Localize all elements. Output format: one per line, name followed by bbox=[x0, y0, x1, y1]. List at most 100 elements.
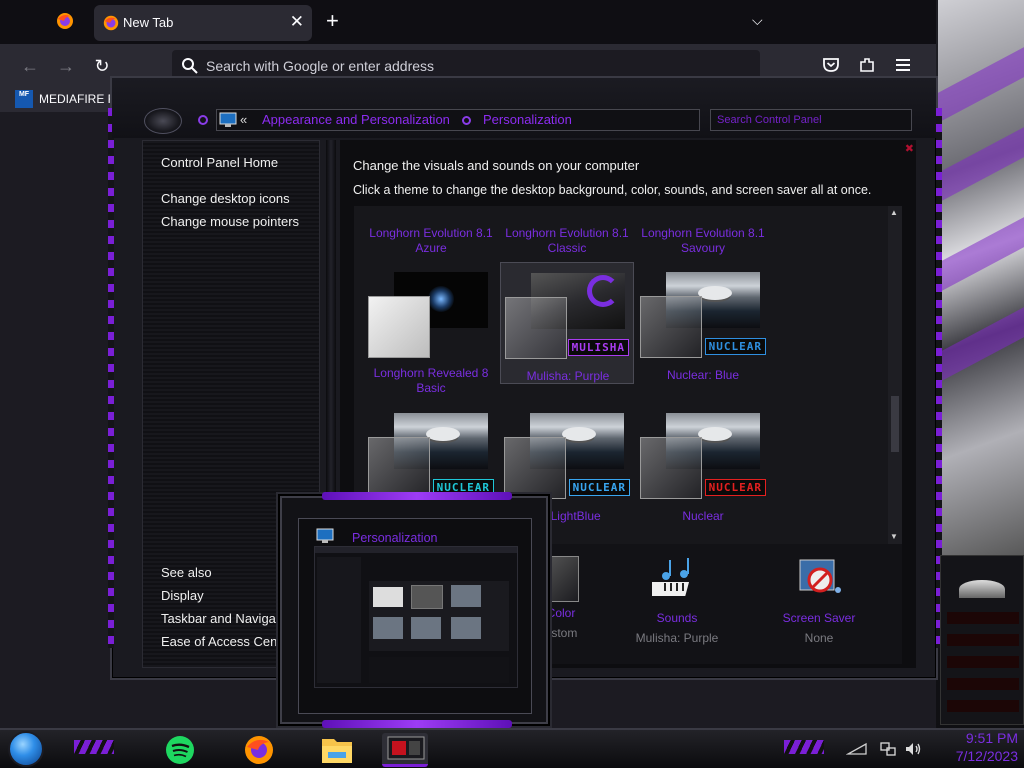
theme-color-swatch bbox=[504, 437, 566, 499]
control-panel-search[interactable] bbox=[710, 109, 912, 131]
page-description: Click a theme to change the desktop back… bbox=[353, 183, 872, 197]
gadget-readout bbox=[947, 700, 1019, 712]
sounds-value: Mulisha: Purple bbox=[635, 631, 719, 645]
display-link[interactable]: Display bbox=[161, 588, 204, 603]
gadget-readout bbox=[947, 678, 1019, 690]
theme-color-swatch bbox=[368, 437, 430, 499]
screen-saver-setting[interactable]: Screen Saver None bbox=[764, 556, 874, 645]
theme-color-swatch bbox=[640, 437, 702, 499]
change-mouse-pointers-link[interactable]: Change mouse pointers bbox=[161, 214, 299, 229]
breadcrumb-appearance[interactable]: Appearance and Personalization bbox=[262, 112, 450, 127]
theme-badge: MULISHA bbox=[567, 339, 629, 356]
taskbar-navigation-link[interactable]: Taskbar and Navigation bbox=[161, 611, 297, 626]
theme-name: Mulisha: Purple bbox=[526, 369, 610, 383]
theme-scrollbar[interactable]: ▲ ▼ bbox=[888, 206, 902, 544]
tab-new-tab[interactable]: New Tab ✕ bbox=[94, 5, 312, 41]
volume-icon[interactable] bbox=[904, 741, 922, 757]
start-button[interactable] bbox=[8, 731, 44, 767]
theme-badge: NUCLEAR bbox=[704, 479, 766, 496]
theme-color-swatch bbox=[505, 297, 567, 359]
taskbar-accent bbox=[784, 740, 824, 754]
taskbar-firefox[interactable] bbox=[236, 733, 282, 767]
theme-tile[interactable]: Longhorn Revealed 8 Basic bbox=[364, 262, 498, 398]
taskbar: 9:51 PM 7/12/2023 bbox=[0, 728, 1024, 768]
firefox-icon bbox=[103, 15, 119, 31]
theme-name: Longhorn Evolution 8.1 Savoury bbox=[641, 226, 765, 255]
screen-saver-icon bbox=[799, 559, 841, 593]
theme-name: Nuclear bbox=[682, 509, 724, 523]
breadcrumb-overflow[interactable]: « bbox=[240, 112, 247, 127]
control-panel-window-icon bbox=[387, 736, 425, 760]
reload-button[interactable]: ↻ bbox=[90, 54, 114, 78]
window-frame-accent bbox=[108, 108, 114, 648]
change-desktop-icons-link[interactable]: Change desktop icons bbox=[161, 191, 290, 206]
spotify-icon bbox=[166, 736, 194, 764]
color-swatch-icon bbox=[543, 556, 579, 602]
bookmark-mediafire[interactable]: MF MEDIAFIRE R bbox=[15, 90, 116, 108]
theme-color-swatch bbox=[368, 296, 430, 358]
theme-name: Longhorn Revealed 8 Basic bbox=[373, 366, 489, 395]
control-panel-icon bbox=[316, 528, 334, 543]
tab-title: New Tab bbox=[123, 15, 174, 30]
pane-close-icon[interactable]: ✖ bbox=[905, 142, 914, 155]
see-also-heading: See also bbox=[161, 565, 212, 580]
theme-tile[interactable]: NUCLEAR Nuclear: Blue bbox=[636, 262, 770, 384]
recent-pages-icon[interactable] bbox=[198, 115, 208, 125]
bookmark-label: MEDIAFIRE R bbox=[39, 92, 117, 106]
extensions-icon[interactable] bbox=[858, 56, 876, 74]
search-icon bbox=[182, 58, 198, 74]
folder-icon bbox=[322, 739, 352, 763]
gadget-readout bbox=[947, 656, 1019, 668]
back-forward-orb[interactable] bbox=[144, 108, 182, 134]
taskbar-spotify[interactable] bbox=[158, 733, 204, 767]
clock-date[interactable]: 7/12/2023 bbox=[938, 748, 1018, 764]
network-icon[interactable] bbox=[880, 741, 896, 757]
theme-badge: NUCLEAR bbox=[704, 338, 766, 355]
wallpaper-art bbox=[938, 0, 1024, 560]
firefox-pinned-tab-icon[interactable] bbox=[55, 11, 75, 31]
theme-name: Nuclear: Blue bbox=[666, 368, 740, 382]
sounds-label: Sounds bbox=[656, 611, 698, 625]
firefox-icon bbox=[245, 736, 273, 764]
back-button[interactable]: ← bbox=[18, 54, 42, 78]
breadcrumb[interactable]: « Appearance and Personalization Persona… bbox=[216, 109, 791, 131]
page-title: Change the visuals and sounds on your co… bbox=[353, 158, 640, 173]
explorer-address-area: « Appearance and Personalization Persona… bbox=[112, 78, 936, 138]
scroll-up-icon[interactable]: ▲ bbox=[890, 208, 898, 217]
taskbar-thumbnail-preview[interactable]: Personalization bbox=[280, 492, 548, 728]
preview-title: Personalization bbox=[352, 531, 438, 545]
hamburger-menu-icon[interactable] bbox=[894, 57, 912, 73]
ease-of-access-link[interactable]: Ease of Access Center bbox=[161, 634, 293, 649]
show-hidden-icons-icon[interactable] bbox=[846, 742, 868, 756]
control-panel-home-link[interactable]: Control Panel Home bbox=[161, 155, 278, 170]
gadget-dial bbox=[959, 580, 1005, 598]
preview-accent bbox=[322, 720, 512, 728]
preview-accent bbox=[322, 492, 512, 500]
close-tab-icon[interactable]: ✕ bbox=[290, 12, 304, 32]
screen-saver-value: None bbox=[804, 631, 834, 645]
breadcrumb-separator-icon bbox=[462, 116, 471, 125]
breadcrumb-personalization[interactable]: Personalization bbox=[483, 112, 572, 127]
mediafire-logo-icon: MF bbox=[15, 90, 33, 108]
taskbar-accent bbox=[74, 740, 114, 754]
pocket-icon[interactable] bbox=[822, 56, 840, 74]
preview-thumbnail bbox=[314, 546, 518, 688]
theme-badge: NUCLEAR bbox=[568, 479, 630, 496]
taskbar-control-panel[interactable] bbox=[382, 733, 428, 767]
theme-color-swatch bbox=[640, 296, 702, 358]
gadget-readout bbox=[947, 634, 1019, 646]
theme-name: Longhorn Evolution 8.1 Classic bbox=[505, 226, 629, 255]
scroll-thumb[interactable] bbox=[891, 396, 899, 452]
scroll-down-icon[interactable]: ▼ bbox=[890, 532, 898, 541]
tab-list-chevron-icon[interactable]: ⌵ bbox=[752, 12, 763, 29]
search-input[interactable] bbox=[711, 110, 911, 130]
forward-button[interactable]: → bbox=[54, 54, 78, 78]
theme-tile[interactable]: NUCLEAR Nuclear bbox=[636, 403, 770, 525]
system-monitor-gadget bbox=[940, 555, 1024, 725]
clock-time[interactable]: 9:51 PM bbox=[938, 730, 1018, 746]
theme-tile-selected[interactable]: MULISHA Mulisha: Purple bbox=[500, 262, 634, 384]
sounds-setting[interactable]: Sounds Mulisha: Purple bbox=[622, 556, 732, 645]
taskbar-file-explorer[interactable] bbox=[314, 733, 360, 767]
new-tab-button[interactable]: + bbox=[326, 8, 339, 34]
control-panel-icon bbox=[219, 112, 237, 127]
